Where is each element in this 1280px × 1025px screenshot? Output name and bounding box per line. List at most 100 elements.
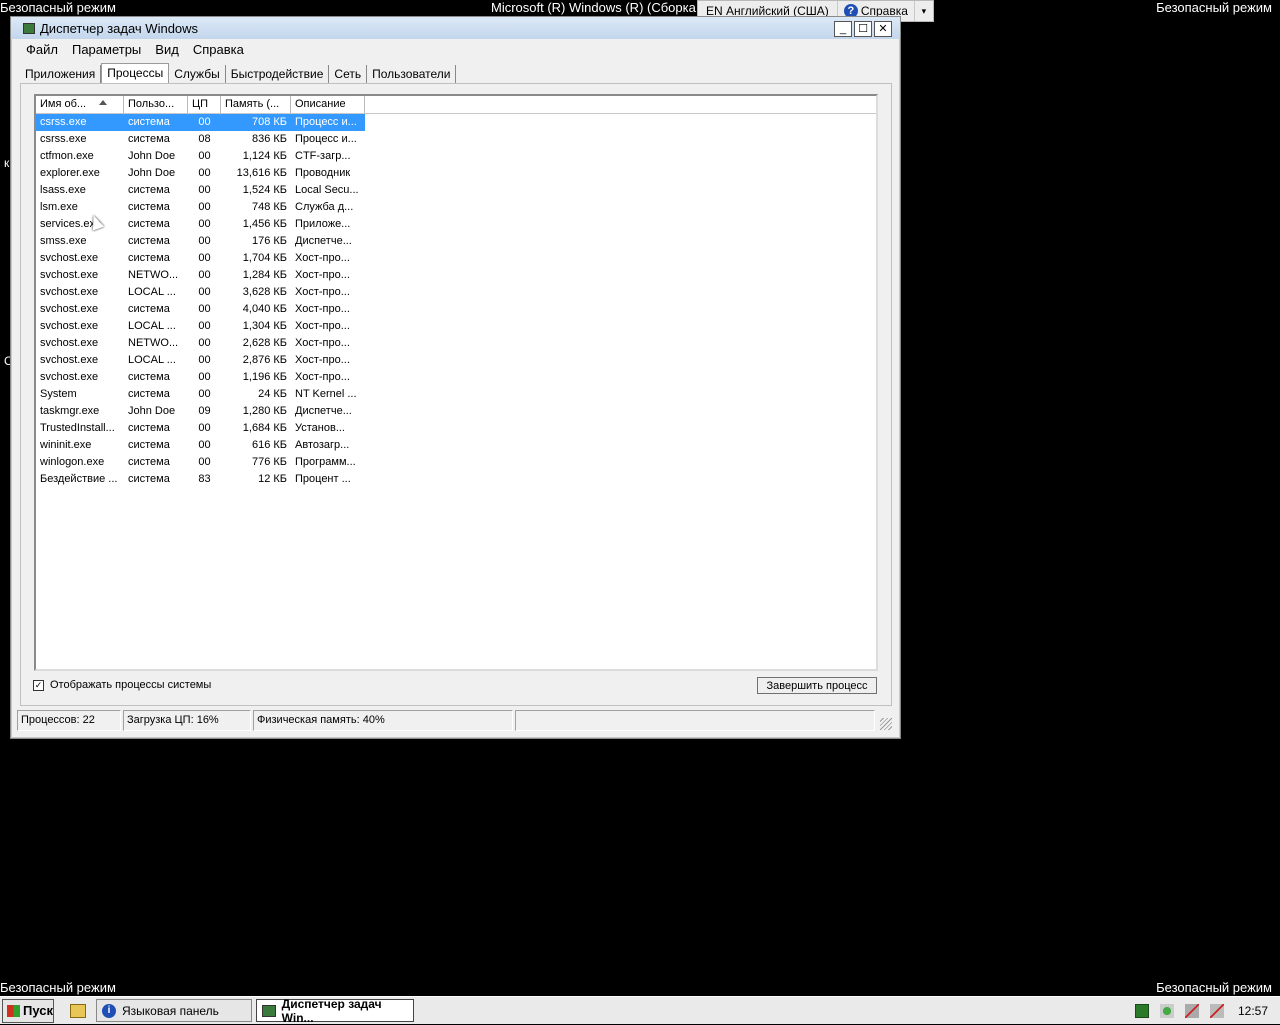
tab-networking[interactable]: Сеть: [329, 65, 368, 84]
windows-logo-icon: [7, 1004, 20, 1017]
process-row[interactable]: svchost.exe NETWO... 00 1,284 КБ Хост-про...: [36, 267, 876, 284]
process-name-cell: svchost.exe: [40, 286, 99, 298]
explorer-folder-icon[interactable]: [70, 1003, 86, 1018]
task-manager-window: Диспетчер задач Windows _ ☐ ✕ Файл Парам…: [10, 16, 901, 739]
language-bar-options-icon[interactable]: ▾: [915, 1, 933, 21]
process-row[interactable]: lsass.exe система 00 1,524 КБ Local Secu...: [36, 182, 876, 199]
process-description-cell: Приложе...: [295, 218, 351, 230]
process-memory-cell: 4,040 КБ: [242, 303, 287, 315]
column-header-user[interactable]: Пользо...: [124, 96, 188, 113]
process-row[interactable]: Бездействие ... система 83 12 КБ Процент ...: [36, 471, 876, 488]
process-cpu-cell: 00: [198, 167, 211, 179]
tab-strip: Приложения Процессы Службы Быстродействи…: [20, 62, 457, 84]
process-cpu-cell: 00: [198, 184, 211, 196]
process-row[interactable]: csrss.exe система 08 836 КБ Процесс и...: [36, 131, 876, 148]
process-memory-cell: 748 КБ: [251, 201, 287, 213]
process-row[interactable]: svchost.exe система 00 1,704 КБ Хост-про...: [36, 250, 876, 267]
resize-grip-icon[interactable]: [880, 718, 892, 730]
status-bar: Процессов: 22 Загрузка ЦП: 16% Физическа…: [17, 710, 894, 732]
taskbar-button-task-manager[interactable]: Диспетчер задач Win...: [256, 997, 414, 1025]
maximize-button[interactable]: ☐: [854, 21, 872, 37]
process-description-cell: Диспетче...: [295, 235, 352, 247]
process-description-cell: Хост-про...: [295, 252, 350, 264]
tab-processes[interactable]: Процессы: [101, 63, 170, 84]
process-row[interactable]: svchost.exe LOCAL ... 00 1,304 КБ Хост-про..…: [36, 318, 876, 335]
build-text: Microsoft (R) Windows (R) (Сборка 7600): [491, 0, 697, 15]
process-row[interactable]: TrustedInstall... система 00 1,684 КБ Устано…: [36, 420, 876, 437]
status-physical-memory: Физическая память: 40%: [253, 710, 513, 731]
process-row[interactable]: svchost.exe LOCAL ... 00 2,876 КБ Хост-про..…: [36, 352, 876, 369]
process-row[interactable]: System система 00 24 КБ NT Kernel ...: [36, 386, 876, 403]
end-process-button[interactable]: Завершить процесс: [757, 677, 877, 694]
process-cpu-cell: 00: [198, 371, 211, 383]
process-description-cell: CTF-загр...: [295, 150, 351, 162]
process-cpu-cell: 00: [198, 235, 211, 247]
tab-services[interactable]: Службы: [169, 65, 226, 84]
process-row[interactable]: wininit.exe система 00 616 КБ Автозагр...: [36, 437, 876, 454]
network-icon[interactable]: [1184, 1003, 1199, 1018]
process-memory-cell: 616 КБ: [251, 439, 287, 451]
process-row[interactable]: services.exe система 00 1,456 КБ Приложе...: [36, 216, 876, 233]
action-center-icon[interactable]: [1159, 1003, 1174, 1018]
process-user-cell: LOCAL ...: [128, 320, 176, 332]
process-description-cell: Хост-про...: [295, 354, 350, 366]
process-cpu-cell: 00: [198, 269, 211, 281]
process-description-cell: Установ...: [295, 422, 345, 434]
process-name-cell: explorer.exe: [40, 167, 100, 179]
performance-meter-icon[interactable]: [1134, 1003, 1149, 1018]
process-user-cell: NETWO...: [128, 269, 179, 281]
show-all-processes-checkbox[interactable]: ✓ Отображать процессы системы: [33, 679, 211, 691]
column-header-cpu[interactable]: ЦП: [188, 96, 221, 113]
process-memory-cell: 176 КБ: [251, 235, 287, 247]
taskbar-button-language-bar[interactable]: i Языковая панель: [96, 999, 252, 1022]
process-description-cell: Программ...: [295, 456, 356, 468]
process-row[interactable]: explorer.exe John Doe 00 13,616 КБ Проводник: [36, 165, 876, 182]
tab-users[interactable]: Пользователи: [367, 65, 457, 84]
process-description-cell: Хост-про...: [295, 337, 350, 349]
status-cpu-usage: Загрузка ЦП: 16%: [123, 710, 251, 731]
process-row[interactable]: svchost.exe система 00 4,040 КБ Хост-про...: [36, 301, 876, 318]
process-row[interactable]: lsm.exe система 00 748 КБ Служба д...: [36, 199, 876, 216]
close-button[interactable]: ✕: [874, 21, 892, 37]
process-row[interactable]: ctfmon.exe John Doe 00 1,124 КБ CTF-загр...: [36, 148, 876, 165]
title-bar[interactable]: Диспетчер задач Windows _ ☐ ✕: [11, 17, 900, 39]
process-row[interactable]: svchost.exe NETWO... 00 2,628 КБ Хост-про...: [36, 335, 876, 352]
process-memory-cell: 1,304 КБ: [242, 320, 287, 332]
start-button[interactable]: Пуск: [2, 998, 54, 1023]
menu-help[interactable]: Справка: [186, 41, 251, 58]
process-description-cell: Служба д...: [295, 201, 354, 213]
process-list[interactable]: Имя об... Пользо... ЦП Память (... Описа…: [34, 94, 878, 671]
minimize-button[interactable]: _: [834, 21, 852, 37]
checkbox-check-icon[interactable]: ✓: [33, 679, 44, 691]
process-row[interactable]: svchost.exe LOCAL ... 00 3,628 КБ Хост-про..…: [36, 284, 876, 301]
tab-applications[interactable]: Приложения: [20, 65, 102, 84]
column-header-memory[interactable]: Память (...: [221, 96, 291, 113]
process-memory-cell: 1,456 КБ: [242, 218, 287, 230]
tab-performance[interactable]: Быстродействие: [226, 65, 330, 84]
process-row[interactable]: winlogon.exe система 00 776 КБ Программ...: [36, 454, 876, 471]
process-description-cell: Хост-про...: [295, 286, 350, 298]
process-cpu-cell: 00: [198, 422, 211, 434]
process-cpu-cell: 00: [198, 218, 211, 230]
menu-file[interactable]: Файл: [19, 41, 65, 58]
process-name-cell: lsass.exe: [40, 184, 86, 196]
process-cpu-cell: 00: [198, 456, 211, 468]
column-header-image-name[interactable]: Имя об...: [36, 96, 124, 113]
process-row[interactable]: smss.exe система 00 176 КБ Диспетче...: [36, 233, 876, 250]
process-row[interactable]: svchost.exe система 00 1,196 КБ Хост-про...: [36, 369, 876, 386]
column-header-description[interactable]: Описание: [291, 96, 365, 113]
process-row[interactable]: taskmgr.exe John Doe 09 1,280 КБ Диспетче...: [36, 403, 876, 420]
process-memory-cell: 24 КБ: [258, 388, 287, 400]
menu-options[interactable]: Параметры: [65, 41, 148, 58]
process-description-cell: NT Kernel ...: [295, 388, 357, 400]
process-name-cell: svchost.exe: [40, 252, 99, 264]
process-cpu-cell: 00: [198, 439, 211, 451]
menu-view[interactable]: Вид: [148, 41, 186, 58]
process-row[interactable]: csrss.exe система 00 708 КБ Процесс и...: [36, 114, 365, 131]
process-cpu-cell: 08: [198, 133, 211, 145]
process-name-cell: svchost.exe: [40, 320, 99, 332]
clock[interactable]: 12:57: [1238, 1004, 1268, 1018]
process-memory-cell: 1,196 КБ: [242, 371, 287, 383]
window-title: Диспетчер задач Windows: [40, 20, 199, 36]
volume-icon[interactable]: [1209, 1003, 1224, 1018]
